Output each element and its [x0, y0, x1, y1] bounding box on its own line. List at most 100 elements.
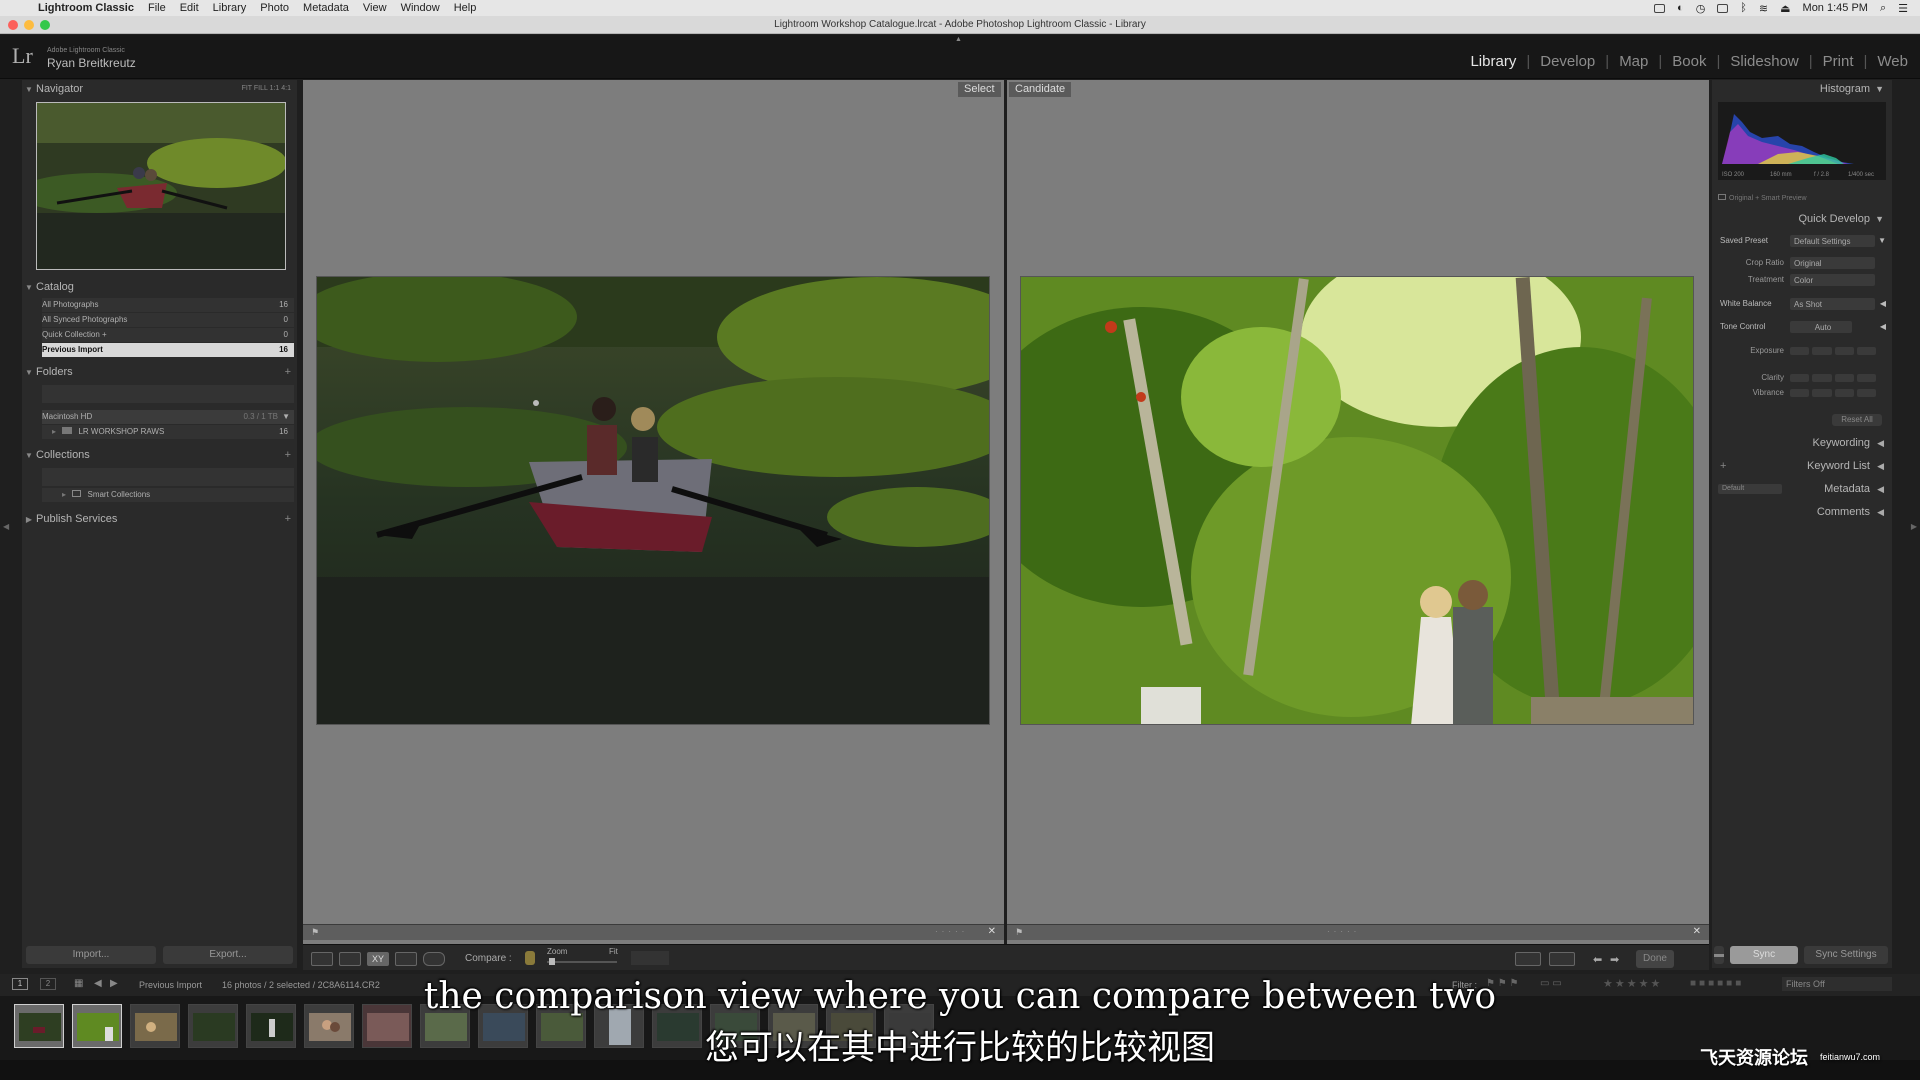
clock[interactable]: Mon 1:45 PM — [1803, 2, 1868, 14]
module-library[interactable]: Library — [1470, 53, 1516, 70]
collection-smart-collections[interactable]: ▸ Smart Collections — [42, 488, 294, 502]
catalog-item-quick-collection[interactable]: Quick Collection +0 — [42, 328, 294, 342]
vibrance-buttons[interactable] — [1790, 389, 1876, 397]
close-window-button[interactable] — [8, 20, 18, 30]
folder-lr-workshop-raws[interactable]: ▸ LR WORKSHOP RAWS 16 — [42, 425, 294, 439]
navigator-zoom-options[interactable]: FIT FILL 1:1 4:1 — [242, 80, 291, 98]
collection-filter-field[interactable] — [42, 468, 294, 486]
exposure-buttons[interactable] — [1790, 347, 1876, 355]
previous-photo-icon[interactable]: ⬅ — [1593, 953, 1602, 966]
folders-header[interactable]: ▼ Folders + — [22, 363, 297, 381]
menu-edit[interactable]: Edit — [180, 2, 199, 14]
treatment-select[interactable]: Color — [1790, 274, 1875, 286]
export-button[interactable]: Export... — [163, 946, 293, 964]
make-select-icon[interactable] — [1549, 952, 1575, 966]
right-panel-toggle-icon[interactable]: ▶ — [1911, 522, 1917, 531]
zoom-slider[interactable] — [547, 961, 617, 963]
saved-preset-select[interactable]: Default Settings — [1790, 235, 1875, 247]
catalog-item-previous-import[interactable]: Previous Import 16 — [42, 343, 294, 357]
star-rating-dots[interactable]: ····· — [1327, 927, 1360, 936]
histogram-graph[interactable]: ISO 200 160 mm f / 2.8 1/400 sec — [1718, 102, 1886, 180]
catalog-item-all-photographs[interactable]: All Photographs 16 — [42, 298, 294, 312]
histogram-header[interactable]: Histogram ▼ — [1712, 80, 1892, 98]
publish-services-header[interactable]: ▶ Publish Services + — [22, 510, 297, 528]
catalog-item-all-synced[interactable]: All Synced Photographs 0 — [42, 313, 294, 327]
disclosure-triangle-icon[interactable]: ▼ — [1878, 234, 1886, 248]
keyword-list-header[interactable]: + Keyword List ◀ — [1712, 457, 1892, 475]
catalog-header[interactable]: ▼ Catalog — [22, 278, 297, 296]
keywording-header[interactable]: Keywording ◀ — [1712, 434, 1892, 452]
menu-window[interactable]: Window — [401, 2, 440, 14]
star-rating-dots[interactable]: ····· — [935, 927, 968, 936]
module-develop[interactable]: Develop — [1540, 53, 1595, 70]
menu-file[interactable]: File — [148, 2, 166, 14]
expand-triangle-icon[interactable]: ◀ — [1880, 297, 1886, 311]
sync-settings-button[interactable]: Sync Settings — [1804, 946, 1888, 964]
done-button[interactable]: Done — [1636, 950, 1674, 968]
navigator-preview[interactable] — [36, 102, 286, 270]
disclosure-triangle-icon[interactable]: ▸ — [62, 490, 66, 499]
left-panel-toggle-icon[interactable]: ◀ — [3, 522, 9, 531]
white-balance-select[interactable]: As Shot — [1790, 298, 1875, 310]
bluetooth-icon[interactable]: ᛒ — [1740, 2, 1747, 14]
flag-icon[interactable]: ⚑ — [311, 927, 319, 938]
flag-icon[interactable]: ⚑ — [1015, 927, 1023, 938]
menu-help[interactable]: Help — [454, 2, 477, 14]
auto-tone-button[interactable]: Auto — [1790, 321, 1852, 333]
module-book[interactable]: Book — [1672, 53, 1706, 70]
crop-ratio-select[interactable]: Original — [1790, 257, 1875, 269]
add-publish-service-icon[interactable]: + — [285, 510, 291, 528]
metadata-header[interactable]: Default Metadata ◀ — [1712, 480, 1892, 498]
reset-all-button[interactable]: Reset All — [1832, 414, 1882, 426]
navigator-header[interactable]: ▼ Navigator FIT FILL 1:1 4:1 — [22, 80, 297, 98]
close-candidate-icon[interactable]: ✕ — [1693, 926, 1701, 937]
top-panel-toggle-icon[interactable]: ▲ — [955, 36, 962, 43]
candidate-photo[interactable] — [1020, 276, 1694, 725]
disclosure-triangle-icon[interactable]: ▸ — [52, 427, 56, 436]
compare-view-icon[interactable]: XY — [367, 952, 389, 966]
menu-app-name[interactable]: Lightroom Classic — [38, 2, 134, 14]
quick-develop-header[interactable]: Quick Develop ▼ — [1712, 210, 1892, 228]
zoom-window-button[interactable] — [40, 20, 50, 30]
collections-header[interactable]: ▼ Collections + — [22, 446, 297, 464]
menu-metadata[interactable]: Metadata — [303, 2, 349, 14]
time-machine-icon[interactable]: ◷ — [1696, 2, 1706, 15]
module-map[interactable]: Map — [1619, 53, 1648, 70]
swap-icon[interactable] — [1515, 952, 1541, 966]
loupe-view-icon[interactable] — [339, 952, 361, 966]
spotlight-search-icon[interactable]: ⌕ — [1880, 2, 1886, 15]
menu-library[interactable]: Library — [213, 2, 247, 14]
sync-button[interactable]: Sync — [1730, 946, 1798, 964]
module-print[interactable]: Print — [1823, 53, 1854, 70]
module-slideshow[interactable]: Slideshow — [1730, 53, 1798, 70]
add-folder-icon[interactable]: + — [285, 363, 291, 381]
module-web[interactable]: Web — [1877, 53, 1908, 70]
next-photo-icon[interactable]: ➡ — [1610, 953, 1619, 966]
auto-sync-toggle[interactable]: ▬ — [1714, 946, 1724, 964]
clarity-buttons[interactable] — [1790, 374, 1876, 382]
wifi-icon[interactable]: ≋ — [1759, 2, 1768, 15]
sync-icon[interactable]: ◐ — [1677, 2, 1684, 14]
add-keyword-icon[interactable]: + — [1720, 457, 1726, 475]
minimize-window-button[interactable] — [24, 20, 34, 30]
display-icon[interactable] — [1654, 3, 1666, 13]
grid-view-icon[interactable] — [311, 952, 333, 966]
folder-filter-field[interactable] — [42, 385, 294, 403]
add-collection-icon[interactable]: + — [285, 446, 291, 464]
close-select-icon[interactable]: ✕ — [988, 926, 996, 937]
zoom-value-field[interactable] — [631, 951, 669, 965]
smart-preview-status[interactable]: Original + Smart Preview — [1718, 194, 1807, 202]
notification-center-icon[interactable]: ☰ — [1898, 2, 1908, 15]
select-photo[interactable] — [316, 276, 990, 725]
zoom-slider-thumb[interactable] — [549, 958, 555, 965]
expand-triangle-icon[interactable]: ◀ — [1880, 320, 1886, 334]
survey-view-icon[interactable] — [395, 952, 417, 966]
people-view-icon[interactable] — [423, 952, 445, 966]
volume-macintosh-hd[interactable]: Macintosh HD 0.3 / 1 TB ▼ — [42, 410, 294, 424]
metadata-preset-select[interactable]: Default — [1718, 484, 1782, 494]
menu-view[interactable]: View — [363, 2, 387, 14]
menu-photo[interactable]: Photo — [260, 2, 289, 14]
lock-icon[interactable] — [525, 951, 535, 965]
eject-icon[interactable]: ⏏ — [1780, 2, 1790, 15]
volume-menu-icon[interactable]: ▼ — [282, 410, 290, 424]
